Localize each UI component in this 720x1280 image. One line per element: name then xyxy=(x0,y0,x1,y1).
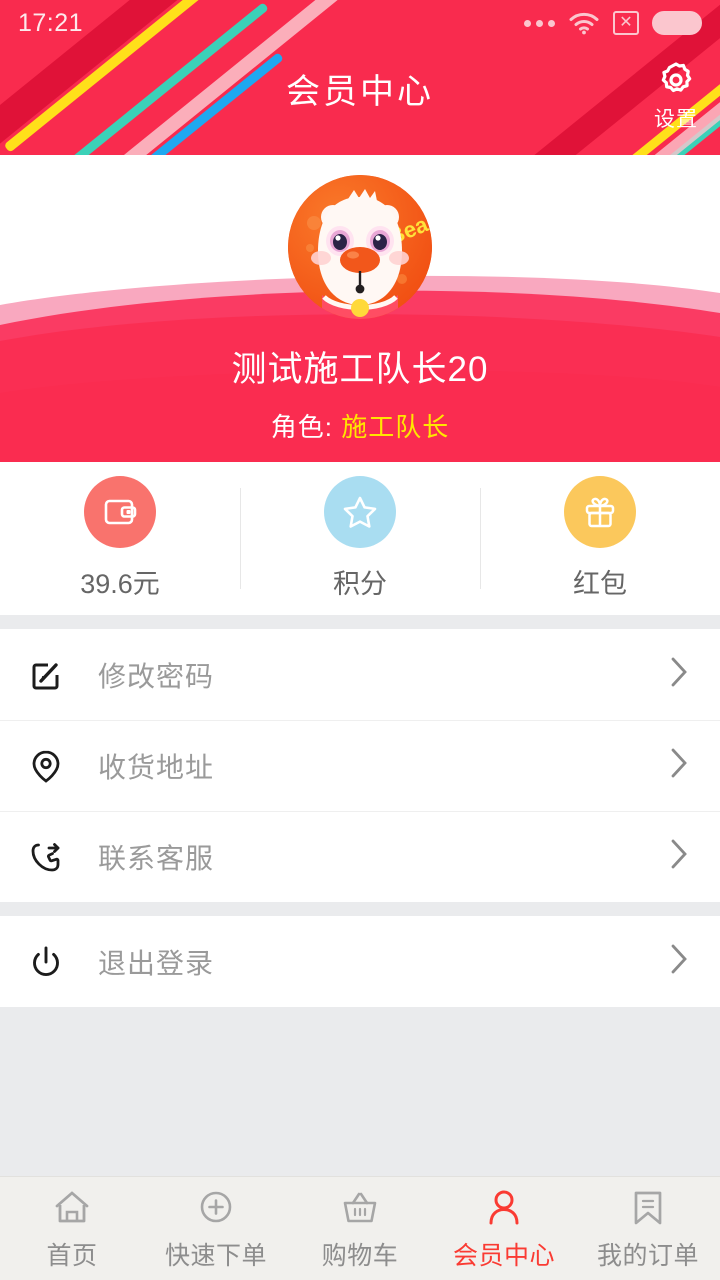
chevron-right-icon xyxy=(666,834,692,879)
menu-item-label: 联系客服 xyxy=(98,842,215,874)
tab-label: 快速下单 xyxy=(164,1241,267,1270)
menu-group-logout: 退出登录 xyxy=(0,916,720,1007)
battery-icon xyxy=(652,11,702,35)
menu-item-logout[interactable]: 退出登录 xyxy=(0,916,720,1007)
tab-label: 会员中心 xyxy=(452,1241,555,1270)
tab-cart[interactable]: 购物车 xyxy=(288,1177,432,1280)
menu-group-primary: 修改密码 收货地址 联系客服 xyxy=(0,629,720,902)
menu-item-contact-support[interactable]: 联系客服 xyxy=(0,811,720,902)
tab-label: 首页 xyxy=(46,1241,98,1270)
stats-row: 39.6元 积分 红包 xyxy=(0,462,720,615)
stat-balance-label: 39.6元 xyxy=(80,569,160,599)
tab-quick-order[interactable]: 快速下单 xyxy=(144,1177,288,1280)
wallet-icon xyxy=(104,499,137,525)
star-icon xyxy=(343,496,377,528)
more-dots-icon xyxy=(524,19,555,27)
location-pin-icon xyxy=(28,748,74,784)
stat-points-label: 积分 xyxy=(333,569,387,599)
sim-disabled-icon: ✕ xyxy=(613,11,639,35)
tab-my-orders[interactable]: 我的订单 xyxy=(576,1177,720,1280)
menu-item-shipping-address[interactable]: 收货地址 xyxy=(0,720,720,811)
menu-item-label: 收货地址 xyxy=(98,751,215,783)
gear-icon xyxy=(661,62,692,93)
chevron-right-icon xyxy=(666,939,692,984)
bookmark-icon xyxy=(634,1191,662,1224)
menu-item-label: 退出登录 xyxy=(98,947,215,979)
wifi-icon xyxy=(569,12,599,35)
edit-square-icon xyxy=(28,657,74,693)
plus-circle-icon xyxy=(200,1191,232,1222)
avatar[interactable]: Bear xyxy=(288,175,432,319)
bear-avatar: Bear xyxy=(288,175,432,319)
stat-redpacket[interactable]: 红包 xyxy=(480,462,720,615)
section-gap xyxy=(0,615,720,629)
stat-balance[interactable]: 39.6元 xyxy=(0,462,240,615)
power-icon xyxy=(28,944,74,980)
profile-username: 测试施工队长20 xyxy=(231,350,489,389)
bottom-tab-bar: 首页 快速下单 购物车 会员中心 我的订单 xyxy=(0,1176,720,1280)
tab-member-center[interactable]: 会员中心 xyxy=(432,1177,576,1280)
basket-icon xyxy=(343,1192,377,1222)
menu-item-label: 修改密码 xyxy=(98,660,215,692)
settings-label: 设置 xyxy=(654,108,698,131)
stat-points[interactable]: 积分 xyxy=(240,462,480,615)
home-icon xyxy=(55,1191,89,1222)
empty-space xyxy=(0,1007,720,1173)
chevron-right-icon xyxy=(666,652,692,697)
tab-label: 购物车 xyxy=(321,1241,399,1270)
tab-label: 我的订单 xyxy=(596,1241,699,1270)
person-icon xyxy=(489,1190,519,1224)
star-icon-circle xyxy=(324,476,396,548)
profile-role: 角色: 施工队长 xyxy=(0,407,720,444)
member-center-screen: 17:21 ✕ 会员中心 设置 Bear 测试施工队长20 角色: 施工队长 3… xyxy=(0,0,720,1280)
menu-item-change-password[interactable]: 修改密码 xyxy=(0,629,720,720)
profile-role-key: 角色: xyxy=(270,412,333,442)
app-header: 17:21 ✕ 会员中心 设置 xyxy=(0,0,720,155)
stat-redpacket-label: 红包 xyxy=(573,569,627,599)
settings-button[interactable]: 设置 xyxy=(654,58,698,133)
profile-role-value: 施工队长 xyxy=(341,412,450,442)
phone-forward-icon xyxy=(28,839,74,875)
gift-icon-circle xyxy=(564,476,636,548)
wallet-icon-circle xyxy=(84,476,156,548)
status-bar: 17:21 ✕ xyxy=(0,0,720,46)
tab-home[interactable]: 首页 xyxy=(0,1177,144,1280)
profile-banner: Bear 测试施工队长20 角色: 施工队长 xyxy=(0,155,720,462)
gift-icon xyxy=(585,497,615,528)
status-clock: 17:21 xyxy=(18,8,84,37)
section-gap xyxy=(0,902,720,916)
chevron-right-icon xyxy=(666,743,692,788)
